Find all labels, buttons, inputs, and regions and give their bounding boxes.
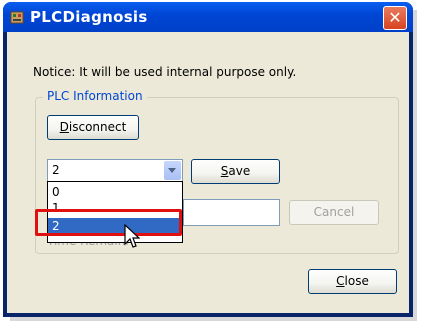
plc-information-label: PLC Information — [43, 89, 147, 103]
notice-text: Notice: It will be used internal purpose… — [33, 65, 297, 79]
value-textbox[interactable] — [183, 199, 280, 226]
combo-option-0[interactable]: 0 — [48, 184, 182, 200]
mouse-pointer-icon — [124, 224, 140, 248]
dialog-client-area: Notice: It will be used internal purpose… — [7, 32, 409, 313]
close-mnemonic: C — [336, 274, 345, 288]
close-label: lose — [344, 274, 369, 288]
window-shadow-right — [413, 10, 417, 320]
cancel-button[interactable]: Cancel — [289, 200, 379, 225]
close-button[interactable]: Close — [308, 269, 397, 294]
combo-value: 2 — [52, 163, 60, 177]
save-button[interactable]: Save — [191, 159, 280, 184]
disconnect-label: isconnect — [68, 120, 127, 134]
selection-highlight-box — [35, 209, 182, 236]
save-label: ave — [228, 164, 251, 178]
title-bar[interactable]: PLCDiagnosis ✕ — [3, 2, 413, 32]
window-shadow-bottom — [10, 317, 417, 321]
dialog-window: PLCDiagnosis ✕ Notice: It will be used i… — [3, 2, 413, 317]
window-title: PLCDiagnosis — [30, 8, 148, 26]
chevron-down-icon[interactable] — [164, 161, 181, 180]
cancel-label: Cancel — [313, 205, 355, 219]
close-icon[interactable]: ✕ — [383, 6, 407, 30]
plc-select-combo[interactable]: 2 — [47, 159, 183, 182]
plc-app-icon — [10, 11, 24, 24]
disconnect-mnemonic: D — [59, 120, 69, 134]
disconnect-button[interactable]: Disconnect — [47, 115, 139, 140]
